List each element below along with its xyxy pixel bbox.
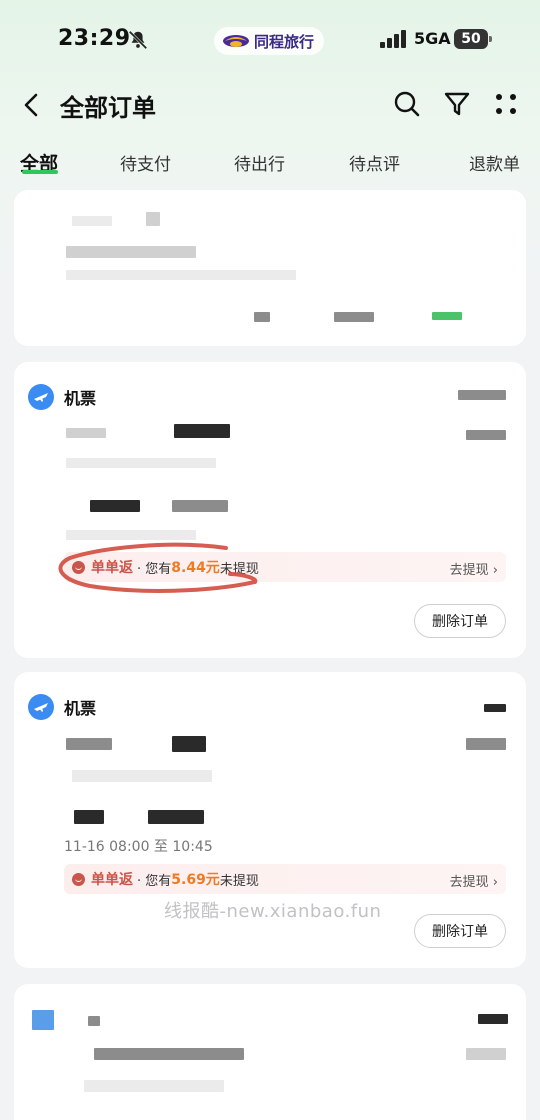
order-card-header: 机票 — [28, 384, 96, 410]
redacted-text — [146, 212, 160, 226]
cashback-amount: 8.44元 — [171, 560, 220, 576]
tab-pending-review[interactable]: 待点评 — [349, 150, 400, 175]
redacted-text — [334, 312, 374, 322]
cashback-prefix: · 您有 — [137, 873, 172, 889]
redacted-text — [484, 704, 506, 712]
plane-icon — [28, 384, 54, 410]
redacted-text — [148, 810, 204, 824]
tab-pending-payment[interactable]: 待支付 — [120, 150, 171, 175]
withdraw-link[interactable]: 去提现 › — [450, 559, 498, 578]
brand-logo-icon — [223, 35, 249, 47]
redacted-text — [74, 810, 104, 824]
cashback-name: 单单返 — [91, 560, 133, 576]
withdraw-label: 去提现 — [449, 875, 489, 890]
delete-order-button[interactable]: 删除订单 — [414, 604, 506, 638]
search-icon[interactable] — [393, 90, 421, 118]
order-card[interactable] — [14, 190, 526, 346]
back-arrow-icon[interactable] — [18, 90, 46, 120]
redacted-text — [466, 430, 506, 440]
brand-name: 同程旅行 — [254, 32, 315, 51]
order-type-label: 机票 — [64, 389, 97, 408]
battery-icon: 50 — [454, 29, 492, 49]
redacted-text — [94, 1048, 244, 1060]
status-time: 23:29 — [58, 26, 131, 51]
brand-pill[interactable]: 同程旅行 — [214, 27, 325, 55]
redacted-text — [66, 738, 112, 750]
smile-icon — [72, 560, 85, 574]
withdraw-label: 去提现 — [449, 563, 489, 578]
redacted-text — [90, 500, 140, 512]
redacted-text — [66, 458, 216, 468]
cashback-prefix: · 您有 — [137, 561, 172, 577]
redacted-text — [66, 428, 106, 438]
redacted-text — [172, 736, 206, 752]
cashback-amount: 5.69元 — [171, 872, 220, 888]
cashback-name: 单单返 — [91, 872, 133, 888]
smile-icon — [72, 872, 85, 886]
redacted-text — [466, 1048, 506, 1060]
active-tab-indicator — [22, 170, 58, 174]
chevron-right-icon: › — [492, 875, 498, 890]
redacted-text — [174, 424, 230, 438]
battery-level: 50 — [461, 31, 481, 47]
redacted-text — [458, 390, 506, 400]
redacted-text — [172, 500, 228, 512]
redacted-text — [72, 770, 212, 782]
cashback-banner[interactable]: 单单返 · 您有 5.69元 未提现 去提现 › — [64, 864, 506, 894]
redacted-text — [466, 738, 506, 750]
cashback-banner[interactable]: 单单返 · 您有 8.44元 未提现 去提现 › — [64, 552, 506, 582]
muted-bell-icon — [128, 30, 148, 50]
redacted-text — [66, 246, 196, 258]
redacted-text — [66, 530, 196, 540]
redacted-text — [84, 1080, 224, 1092]
cashback-suffix: 未提现 — [219, 873, 259, 889]
redacted-text — [254, 312, 270, 322]
redacted-text — [432, 312, 462, 320]
redacted-text — [66, 270, 296, 280]
page-title: 全部订单 — [60, 94, 156, 122]
plane-icon — [28, 694, 54, 720]
status-bar: 23:29 同程旅行 5GA 50 — [0, 0, 540, 80]
tab-pending-travel[interactable]: 待出行 — [234, 150, 285, 175]
signal-icon — [380, 30, 406, 48]
delete-order-button[interactable]: 删除订单 — [414, 914, 506, 948]
order-card[interactable]: 机票 11-16 08:00 至 10:45 单单返 · 您有 5.69元 未提… — [14, 672, 526, 968]
tab-refunds[interactable]: 退款单 — [469, 150, 520, 175]
chevron-right-icon: › — [492, 563, 498, 578]
watermark: 线报酷-new.xianbao.fun — [164, 901, 382, 922]
page-header: 全部订单 — [0, 80, 540, 130]
order-type-label: 机票 — [64, 699, 97, 718]
redacted-text — [478, 1014, 508, 1024]
redacted-text — [88, 1016, 100, 1026]
network-type: 5GA — [414, 29, 451, 48]
order-card[interactable]: 机票 单单返 · 您有 8.44元 未提现 去提现 › 删除订单 — [14, 362, 526, 658]
redacted-text — [72, 216, 112, 226]
withdraw-link[interactable]: 去提现 › — [450, 871, 498, 890]
more-grid-icon[interactable] — [492, 90, 520, 118]
order-type-icon — [32, 1010, 54, 1030]
order-card-header: 机票 — [28, 694, 96, 720]
order-tabs: 全部 待支付 待出行 待点评 退款单 — [0, 140, 540, 184]
filter-icon[interactable] — [443, 90, 471, 118]
cashback-suffix: 未提现 — [219, 561, 259, 577]
flight-time-range: 11-16 08:00 至 10:45 — [64, 839, 213, 855]
order-card[interactable] — [14, 984, 526, 1120]
